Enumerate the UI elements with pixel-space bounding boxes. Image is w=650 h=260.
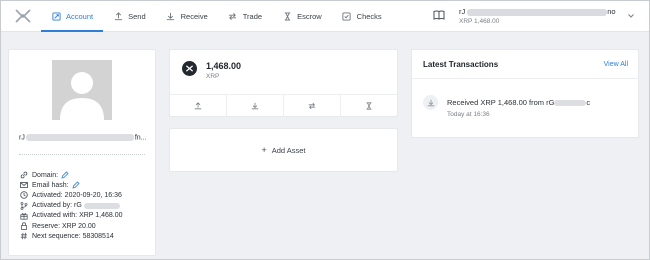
profile-address-suffix: fn... bbox=[134, 134, 147, 142]
avatar bbox=[52, 60, 112, 120]
divider bbox=[19, 154, 145, 155]
info-activated-with-text: Activated with: XRP 1,468.00 bbox=[32, 212, 123, 220]
gift-icon bbox=[19, 211, 28, 220]
xrp-toolkit-logo-icon[interactable] bbox=[14, 8, 32, 24]
asset-amount: 1,468.00 bbox=[206, 61, 242, 71]
trade-icon bbox=[228, 12, 238, 22]
divider bbox=[412, 78, 638, 79]
redacted-address bbox=[25, 134, 134, 141]
nav-tab-trade[interactable]: Trade bbox=[218, 1, 272, 32]
info-row-next-sequence: Next sequence: 58308514 bbox=[19, 231, 151, 241]
hash-icon bbox=[19, 232, 28, 241]
add-asset-label: Add Asset bbox=[271, 145, 306, 155]
send-icon bbox=[113, 12, 123, 22]
hourglass-icon bbox=[282, 12, 292, 22]
nav-tab-account-label: Account bbox=[66, 12, 94, 21]
account-profile-card: rJ fn... Domain: Email hash: Activated: … bbox=[8, 49, 156, 256]
transaction-description-suffix: c bbox=[586, 98, 591, 107]
asset-action-bar bbox=[170, 94, 397, 117]
info-domain-text: Domain: bbox=[32, 171, 59, 179]
received-icon bbox=[423, 95, 438, 110]
xrp-asset-card: 1,468.00 XRP bbox=[169, 49, 398, 117]
email-icon bbox=[19, 181, 28, 190]
asset-escrow-button[interactable] bbox=[341, 95, 397, 117]
asset-trade-button[interactable] bbox=[284, 95, 341, 117]
plus-icon: + bbox=[261, 145, 267, 155]
receive-icon bbox=[251, 102, 259, 110]
branch-icon bbox=[19, 201, 28, 210]
asset-send-button[interactable] bbox=[170, 95, 227, 117]
account-switcher[interactable]: rJ no XRP 1,468.00 bbox=[433, 6, 638, 28]
xrp-logo-icon bbox=[182, 61, 197, 76]
info-row-reserve: Reserve: XRP 20.00 bbox=[19, 221, 151, 231]
edit-email-hash-pencil-icon[interactable] bbox=[72, 181, 80, 189]
info-row-domain: Domain: bbox=[19, 170, 151, 180]
redacted-address bbox=[467, 8, 608, 16]
redacted-address bbox=[83, 202, 120, 209]
info-row-activated-with: Activated with: XRP 1,468.00 bbox=[19, 211, 151, 221]
latest-transactions-card: Latest Transactions View All Received XR… bbox=[411, 49, 639, 138]
latest-transactions-title: Latest Transactions bbox=[423, 60, 499, 69]
nav-tab-trade-label: Trade bbox=[242, 12, 263, 21]
trade-icon bbox=[308, 102, 316, 110]
address-book-icon[interactable] bbox=[433, 10, 445, 20]
nav-tab-escrow[interactable]: Escrow bbox=[272, 1, 332, 32]
nav-tab-checks[interactable]: Checks bbox=[332, 1, 392, 32]
active-account-address: rJ no bbox=[459, 7, 616, 16]
top-navigation-bar: Account Send Receive Trade Escrow Checks… bbox=[1, 1, 649, 32]
active-account-address-prefix: rJ bbox=[459, 7, 466, 16]
lock-icon bbox=[19, 222, 28, 231]
asset-currency: XRP bbox=[206, 73, 220, 80]
info-activated-text: Activated: 2020-09-20, 16:36 bbox=[32, 191, 122, 199]
app-window: Account Send Receive Trade Escrow Checks… bbox=[0, 0, 650, 260]
info-row-email-hash: Email hash: bbox=[19, 180, 151, 190]
clock-icon bbox=[19, 191, 28, 200]
nav-tab-receive-label: Receive bbox=[180, 12, 208, 21]
edit-domain-pencil-icon[interactable] bbox=[61, 171, 69, 179]
send-icon bbox=[194, 102, 202, 110]
default-avatar-icon bbox=[60, 72, 104, 120]
info-next-sequence-text: Next sequence: 58308514 bbox=[32, 232, 114, 240]
link-icon bbox=[19, 171, 28, 180]
info-reserve-text: Reserve: XRP 20.00 bbox=[32, 222, 96, 230]
nav-tab-send-label: Send bbox=[128, 12, 146, 21]
transaction-time: Today at 16:36 bbox=[447, 111, 490, 118]
nav-tab-send[interactable]: Send bbox=[103, 1, 156, 32]
nav-tab-account[interactable]: Account bbox=[41, 1, 104, 32]
main-nav: Account Send Receive Trade Escrow Checks bbox=[41, 1, 392, 32]
checks-icon bbox=[342, 12, 352, 22]
active-account-address-suffix: no bbox=[607, 7, 616, 16]
info-activated-by-text: Activated by: rG bbox=[32, 202, 82, 210]
profile-address-prefix: rJ bbox=[19, 134, 25, 142]
hourglass-icon bbox=[366, 102, 372, 110]
account-info-list: Domain: Email hash: Activated: 2020-09-2… bbox=[19, 170, 151, 241]
info-row-activated-by: Activated by: rG bbox=[19, 201, 151, 211]
transaction-description-prefix: Received XRP 1,468.00 from rG bbox=[447, 98, 555, 107]
info-email-hash-text: Email hash: bbox=[32, 181, 69, 189]
asset-receive-button[interactable] bbox=[227, 95, 284, 117]
add-asset-button[interactable]: + Add Asset bbox=[169, 128, 398, 172]
nav-tab-receive[interactable]: Receive bbox=[156, 1, 218, 32]
view-all-link[interactable]: View All bbox=[604, 61, 628, 68]
chevron-down-icon[interactable] bbox=[627, 12, 635, 20]
transaction-description[interactable]: Received XRP 1,468.00 from rG c bbox=[447, 98, 590, 107]
account-icon bbox=[51, 12, 61, 22]
receive-icon bbox=[166, 12, 176, 22]
info-row-activated: Activated: 2020-09-20, 16:36 bbox=[19, 190, 151, 200]
redacted-address bbox=[554, 100, 587, 107]
profile-address: rJ fn... bbox=[19, 134, 147, 141]
nav-tab-escrow-label: Escrow bbox=[297, 12, 322, 21]
active-account-balance: XRP 1,468.00 bbox=[459, 18, 500, 25]
nav-tab-checks-label: Checks bbox=[356, 12, 382, 21]
